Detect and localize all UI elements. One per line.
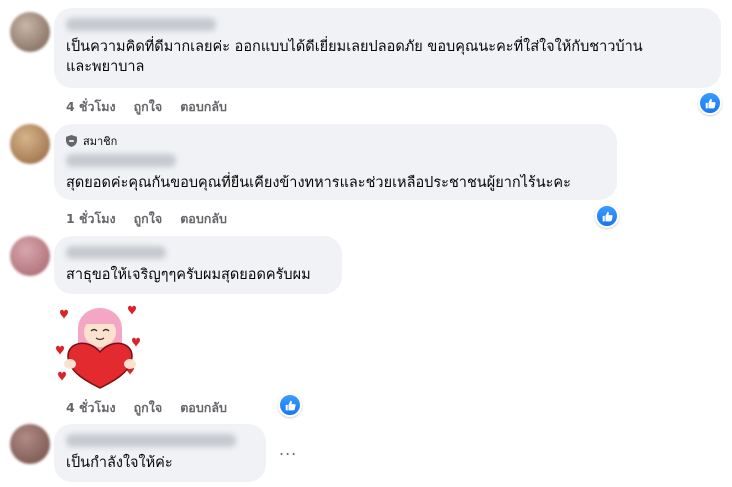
avatar[interactable]	[10, 124, 50, 164]
shield-icon	[66, 135, 77, 147]
comment-text: เป็นกำลังใจให้ค่ะ	[66, 455, 173, 471]
thumbs-up-icon	[602, 211, 613, 221]
member-badge: สมาชิก	[66, 132, 605, 150]
reply-link[interactable]: ตอบกลับ	[180, 209, 227, 229]
thumbs-up-icon	[285, 400, 296, 410]
comment-text: สาธุขอให้เจริญๆๆครับผมสุดยอดครับผม	[66, 267, 311, 283]
comment-bubble: เป็นความคิดที่ดีมากเลยค่ะ ออกแบบได้ดีเยี…	[54, 8, 721, 88]
comment-time[interactable]: 4 ชั่วโมง	[66, 398, 116, 418]
avatar[interactable]	[10, 236, 50, 276]
comment-time[interactable]: 4 ชั่วโมง	[66, 97, 116, 117]
avatar[interactable]	[10, 12, 50, 52]
reply-link[interactable]: ตอบกลับ	[180, 398, 227, 418]
commenter-name-blurred[interactable]	[66, 434, 236, 447]
commenter-name-blurred[interactable]	[66, 246, 166, 259]
heart-sticker[interactable]	[54, 300, 142, 390]
comment-bubble: เป็นกำลังใจให้ค่ะ	[54, 424, 266, 482]
more-options-icon[interactable]: ...	[279, 440, 297, 459]
like-reaction-badge[interactable]	[698, 91, 722, 115]
like-link[interactable]: ถูกใจ	[134, 97, 163, 117]
like-link[interactable]: ถูกใจ	[134, 398, 163, 418]
comment-bubble: สมาชิก สุดยอดค่ะคุณกันขอบคุณที่ยืนเคียงข…	[54, 124, 617, 200]
comment-actions: 4 ชั่วโมง ถูกใจ ตอบกลับ	[66, 97, 227, 117]
comment-time[interactable]: 1 ชั่วโมง	[66, 209, 116, 229]
like-reaction-badge[interactable]	[278, 393, 302, 417]
commenter-name-blurred[interactable]	[66, 18, 216, 31]
badge-label: สมาชิก	[83, 135, 118, 148]
reply-link[interactable]: ตอบกลับ	[180, 97, 227, 117]
comment-actions: 4 ชั่วโมง ถูกใจ ตอบกลับ	[66, 398, 227, 418]
commenter-name-blurred[interactable]	[66, 154, 176, 167]
like-reaction-badge[interactable]	[595, 204, 619, 228]
comment-actions: 1 ชั่วโมง ถูกใจ ตอบกลับ	[66, 209, 227, 229]
like-link[interactable]: ถูกใจ	[134, 209, 163, 229]
comment-text: เป็นความคิดที่ดีมากเลยค่ะ ออกแบบได้ดีเยี…	[66, 39, 643, 75]
avatar[interactable]	[10, 424, 50, 464]
comment-bubble: สาธุขอให้เจริญๆๆครับผมสุดยอดครับผม	[54, 236, 342, 294]
comment-text: สุดยอดค่ะคุณกันขอบคุณที่ยืนเคียงข้างทหาร…	[66, 175, 571, 191]
thumbs-up-icon	[705, 98, 716, 108]
